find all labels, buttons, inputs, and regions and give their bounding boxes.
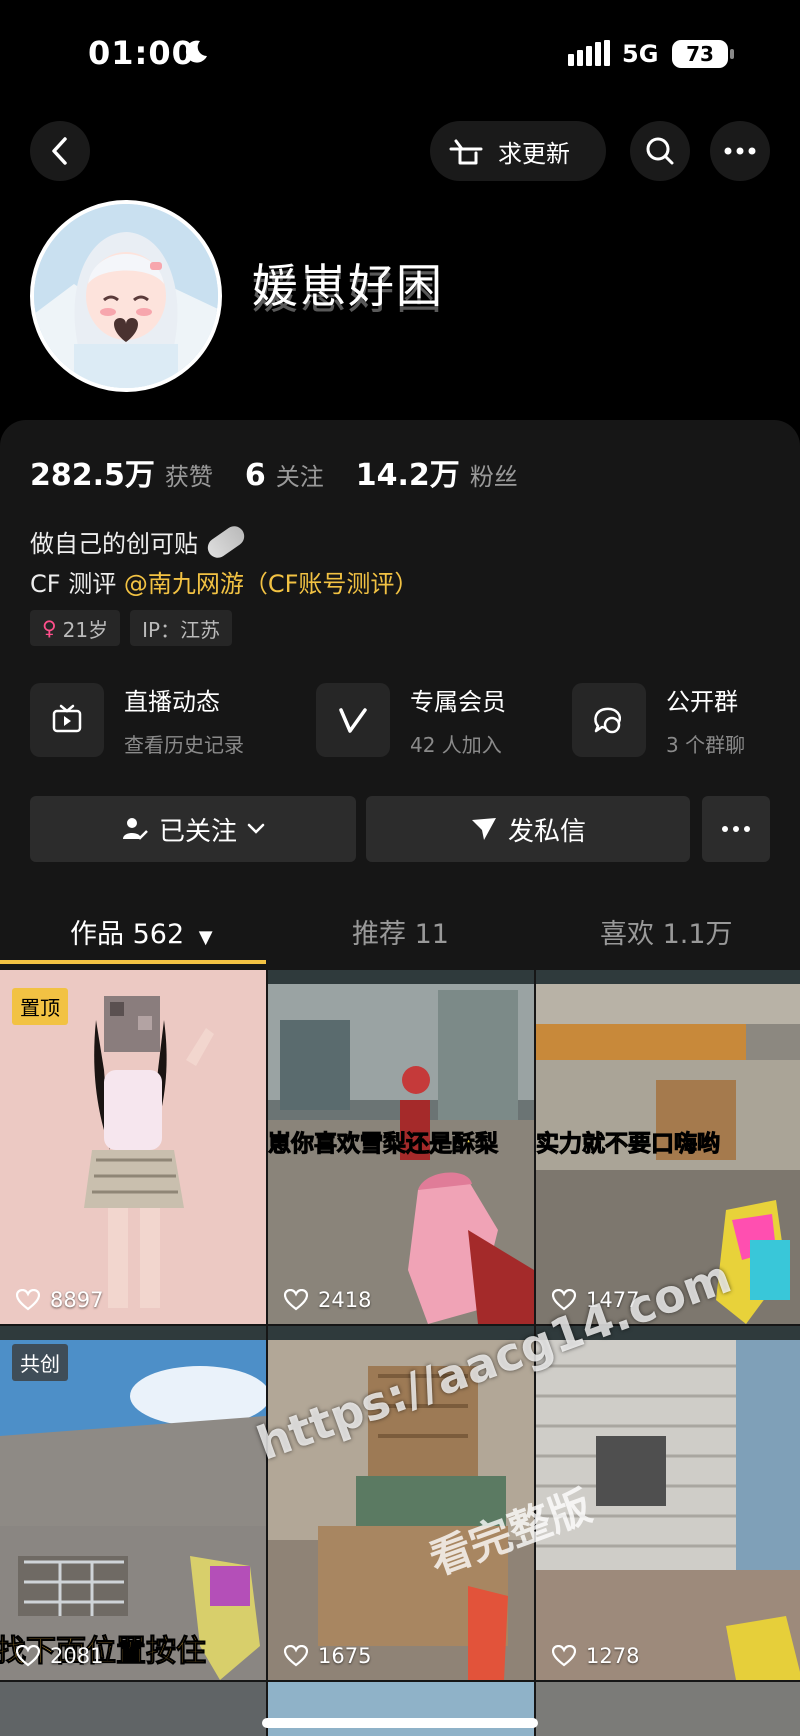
pinned-badge: 置顶 bbox=[12, 988, 68, 1025]
public-group-entry[interactable]: 公开群 3 个群聊 bbox=[572, 680, 745, 760]
likes-count: 282.5万 bbox=[30, 458, 155, 493]
v-icon bbox=[316, 683, 390, 757]
avatar-illustration bbox=[34, 204, 218, 388]
heart-icon bbox=[284, 1289, 308, 1311]
bio-text: 做自己的创可贴 bbox=[30, 530, 198, 558]
followed-label: 已关注 bbox=[158, 816, 237, 847]
co-creation-badge: 共创 bbox=[12, 1344, 68, 1381]
video-likes: 2081 bbox=[16, 1644, 103, 1668]
bio-line-2: CF 测评 @南九网游（CF账号测评） bbox=[30, 564, 418, 599]
action-buttons: 已关注 发私信 bbox=[30, 796, 770, 862]
hand-point-icon bbox=[449, 139, 483, 165]
public-group-title: 公开群 bbox=[666, 688, 738, 716]
membership-subtitle: 42 人加入 bbox=[410, 733, 502, 757]
send-message-label: 发私信 bbox=[507, 816, 586, 847]
network-type: 5G bbox=[622, 40, 659, 68]
request-update-label: 求更新 bbox=[498, 139, 570, 168]
video-likes: 8897 bbox=[16, 1288, 103, 1312]
status-bar: 01:00 5G 73 bbox=[0, 0, 800, 110]
moon-icon bbox=[185, 40, 207, 63]
likes-count: 8897 bbox=[50, 1288, 104, 1312]
more-actions-button[interactable] bbox=[702, 796, 770, 862]
following-count[interactable]: 6 bbox=[245, 458, 266, 493]
tab-works[interactable]: 作品 562 ▼ bbox=[70, 912, 213, 951]
more-horizontal-icon bbox=[722, 826, 750, 832]
video-likes: 2418 bbox=[284, 1288, 371, 1312]
tv-icon bbox=[30, 683, 104, 757]
send-message-button[interactable]: 发私信 bbox=[366, 796, 690, 862]
status-time: 01:00 bbox=[88, 34, 195, 72]
heart-icon bbox=[16, 1289, 40, 1311]
following-label[interactable]: 关注 bbox=[276, 457, 324, 492]
video-grid: 置顶 8897 崽你喜欢雪梨还是酥梨 2418 实力就不要口嗨哟 1477 共创… bbox=[0, 970, 800, 1736]
likes-count: 1675 bbox=[318, 1644, 372, 1668]
video-thumbnail[interactable]: 置顶 8897 bbox=[0, 970, 266, 1324]
tab-works-label: 作品 562 bbox=[70, 919, 185, 950]
chevron-down-icon bbox=[247, 823, 265, 834]
bio-line-1: 做自己的创可贴 bbox=[30, 521, 249, 562]
live-history-subtitle: 查看历史记录 bbox=[124, 733, 244, 757]
membership-title: 专属会员 bbox=[410, 688, 506, 716]
user-check-icon bbox=[122, 818, 148, 840]
video-likes: 1278 bbox=[552, 1644, 639, 1668]
bio-prefix: CF 测评 bbox=[30, 570, 124, 598]
video-thumbnail-partial[interactable] bbox=[536, 1682, 800, 1736]
avatar[interactable] bbox=[30, 200, 222, 392]
likes-count: 2418 bbox=[318, 1288, 372, 1312]
followed-button[interactable]: 已关注 bbox=[30, 796, 356, 862]
live-history-title: 直播动态 bbox=[124, 688, 220, 716]
back-button[interactable] bbox=[30, 121, 90, 181]
video-thumbnail-partial[interactable] bbox=[0, 1682, 266, 1736]
video-caption: 实力就不要口嗨哟 bbox=[536, 1131, 721, 1158]
request-update-button[interactable]: 求更新 bbox=[430, 121, 606, 181]
ip-tag: IP：江苏 bbox=[130, 610, 233, 646]
heart-icon bbox=[284, 1645, 308, 1667]
video-likes: 1675 bbox=[284, 1644, 371, 1668]
triangle-down-icon: ▼ bbox=[198, 927, 213, 948]
active-tab-underline bbox=[0, 960, 266, 964]
more-options-button[interactable] bbox=[710, 121, 770, 181]
video-thumbnail[interactable]: 共创 找下面位置按住 2081 bbox=[0, 1326, 266, 1680]
send-icon bbox=[471, 818, 496, 840]
ip-text: IP：江苏 bbox=[142, 617, 221, 642]
signal-icon bbox=[568, 40, 610, 66]
services-row: 直播动态 查看历史记录 专属会员 42 人加入 公开群 3 个群聊 bbox=[30, 680, 770, 760]
heart-icon bbox=[16, 1645, 40, 1667]
chevron-left-icon bbox=[52, 137, 67, 165]
followers-count[interactable]: 14.2万 bbox=[356, 450, 460, 494]
likes-label: 获赞 bbox=[164, 463, 213, 491]
more-horizontal-icon bbox=[724, 147, 756, 155]
bandage-icon bbox=[203, 521, 249, 562]
profile-tags: ♀ 21岁 IP：江苏 bbox=[30, 610, 233, 646]
age-text: 21岁 bbox=[62, 617, 109, 642]
tab-recommended[interactable]: 推荐 11 bbox=[352, 912, 449, 951]
public-group-subtitle: 3 个群聊 bbox=[666, 733, 746, 757]
battery-indicator: 73 bbox=[672, 40, 734, 68]
content-tabs: 作品 562 ▼ 推荐 11 喜欢 1.1万 bbox=[0, 900, 800, 966]
video-thumbnail[interactable]: 崽你喜欢雪梨还是酥梨 2418 bbox=[268, 970, 534, 1324]
search-icon bbox=[646, 137, 674, 165]
profile-nickname: 媛崽好困 bbox=[252, 259, 444, 313]
search-button[interactable] bbox=[630, 121, 690, 181]
age-tag: ♀ 21岁 bbox=[30, 610, 121, 646]
bio-mention-link[interactable]: @南九网游（CF账号测评） bbox=[124, 570, 419, 598]
video-caption: 崽你喜欢雪梨还是酥梨 bbox=[268, 1131, 499, 1158]
chat-icon bbox=[572, 683, 646, 757]
heart-icon bbox=[552, 1645, 576, 1667]
live-history-entry[interactable]: 直播动态 查看历史记录 bbox=[30, 680, 244, 760]
female-icon: ♀ bbox=[42, 616, 57, 640]
top-nav-bar: 求更新 bbox=[0, 118, 800, 184]
likes-count: 2081 bbox=[50, 1644, 104, 1668]
home-indicator[interactable] bbox=[262, 1718, 538, 1728]
likes-count: 1278 bbox=[586, 1644, 640, 1668]
followers-label[interactable]: 粉丝 bbox=[470, 457, 518, 492]
profile-stats: 282.5万 获赞 6 关注 14.2万 粉丝 bbox=[30, 450, 540, 494]
membership-entry[interactable]: 专属会员 42 人加入 bbox=[316, 680, 506, 760]
tab-likes[interactable]: 喜欢 1.1万 bbox=[600, 912, 733, 951]
